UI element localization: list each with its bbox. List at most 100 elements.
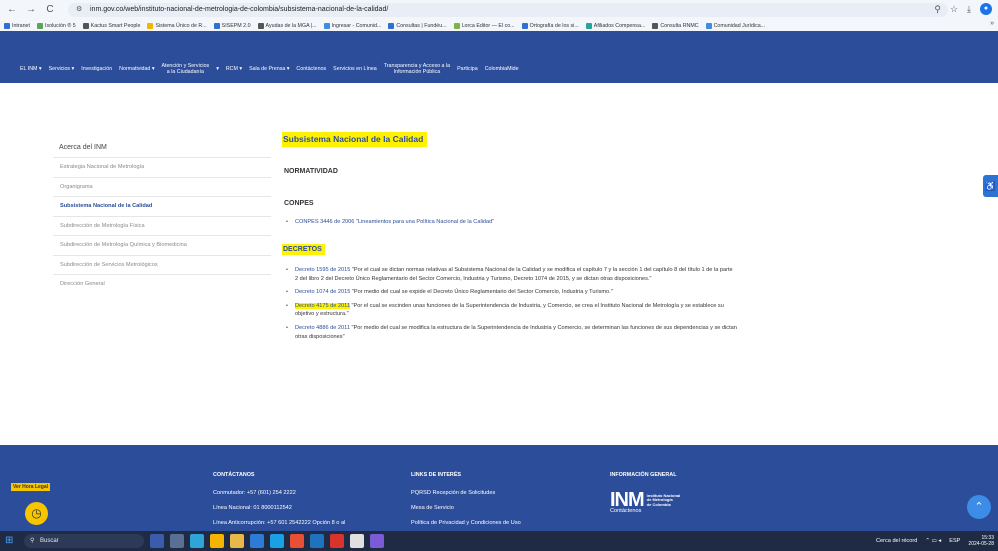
bookmark-item[interactable]: Consultas | Fundéu...	[388, 22, 447, 29]
scroll-top-button[interactable]: ⌃	[967, 495, 991, 519]
sidebar-item[interactable]: Subdirección de Metrología Química y Bio…	[53, 235, 271, 255]
footer-contact: CONTÁCTANOS Conmutador: +57 (601) 254 22…	[213, 472, 345, 535]
footer-contact-line: Conmutador: +57 (601) 254 2222	[213, 490, 296, 496]
bookmark-item[interactable]: Ingresar - Comunid...	[323, 22, 381, 29]
nav-item[interactable]: Sala de Prensa ▾	[249, 66, 289, 73]
bookmark-item[interactable]: Afiliados Compensa...	[585, 22, 646, 29]
footer-link[interactable]: Política de Privacidad y Condiciones de …	[411, 520, 521, 526]
bookmark-item[interactable]: Lorca Editor — El co...	[453, 22, 515, 29]
sidebar-item[interactable]: Organigrama	[53, 176, 271, 197]
accessibility-button[interactable]: ♿	[983, 175, 998, 197]
bookmark-icon	[652, 22, 659, 29]
app-icon[interactable]	[330, 534, 344, 548]
bookmark-item[interactable]: Comunidad Jurídica...	[705, 22, 765, 29]
nav-item[interactable]: Atención y Servicios a la Ciudadanía	[161, 63, 209, 75]
normatividad-heading: NORMATIVIDAD	[284, 168, 338, 175]
app-icon[interactable]	[370, 534, 384, 548]
app-icon[interactable]	[350, 534, 364, 548]
decreto-link[interactable]: Decreto 1074 de 2015	[295, 289, 350, 295]
bookmark-label: Afiliados Compensa...	[593, 22, 646, 29]
app-icon[interactable]	[270, 534, 284, 548]
nav-item[interactable]: Servicios en Línea	[333, 66, 377, 73]
profile-avatar[interactable]: ●	[980, 3, 992, 15]
sidebar-item[interactable]: Estrategia Nacional de Metrología	[53, 157, 271, 177]
bookmark-icon	[82, 22, 89, 29]
bookmark-icon	[323, 22, 330, 29]
conpes-link[interactable]: CONPES 3446 de 2006 "Lineamientos para u…	[295, 219, 494, 225]
language-indicator[interactable]: ESP	[949, 538, 960, 544]
bookmark-item[interactable]: Kactus Smart People	[82, 22, 140, 29]
nav-item[interactable]: Participa	[457, 66, 478, 73]
nav-item[interactable]: Transparencia y Acceso a la Información …	[384, 63, 450, 75]
footer-info-heading: INFORMACIÓN GENERAL	[610, 472, 677, 478]
search-icon: ⚲	[30, 538, 35, 544]
footer-contact-line: Línea Nacional: 01 8000112542	[213, 505, 292, 511]
footer-link[interactable]: PQRSD Recepción de Solicitudes	[411, 490, 521, 496]
bookmarks-more-button[interactable]: »	[990, 20, 994, 27]
bookmark-label: Ayudas de la MGA |...	[265, 22, 317, 29]
bookmark-item[interactable]: Consulta RNMC	[652, 22, 699, 29]
app-icon[interactable]	[170, 534, 184, 548]
footer-contact-heading: CONTÁCTANOS	[213, 472, 255, 478]
url-bar[interactable]: ⚙ inm.gov.co/web/instituto-nacional-de-m…	[68, 3, 948, 17]
back-button[interactable]: ←	[5, 3, 19, 17]
bookmark-item[interactable]: SISEPM 2.0	[213, 22, 251, 29]
decreto-link[interactable]: Decreto 1595 de 2015	[295, 267, 350, 273]
nav-item[interactable]: Contáctenos	[296, 66, 326, 73]
bookmark-icon	[521, 22, 528, 29]
bookmark-item[interactable]: Sistema Único de R...	[147, 22, 207, 29]
zoom-icon[interactable]: ⚲	[934, 4, 941, 15]
reload-button[interactable]: C	[43, 3, 57, 17]
footer-link[interactable]: Mesa de Servicio	[411, 505, 521, 511]
url-text: inm.gov.co/web/instituto-nacional-de-met…	[90, 6, 389, 13]
list-item: CONPES 3446 de 2006 "Lineamientos para u…	[285, 218, 737, 227]
address-row: ← → C ⚙ inm.gov.co/web/instituto-naciona…	[0, 0, 998, 20]
bookmark-star-icon[interactable]: ☆	[950, 4, 958, 15]
footer-contact-line: Línea Anticorrupción: +57 601 2542222 Op…	[213, 520, 346, 526]
nav-item[interactable]: EL INM ▾	[20, 66, 42, 73]
decreto-link[interactable]: Decreto 4175 de 2011	[295, 302, 350, 309]
bookmark-item[interactable]: Ayudas de la MGA |...	[257, 22, 317, 29]
app-icon[interactable]	[310, 534, 324, 548]
app-icon[interactable]	[190, 534, 204, 548]
clock[interactable]: 15:33 2024-05-28	[968, 535, 994, 547]
inm-logo: INM Instituto Nacional de Metrología de Co…	[610, 489, 680, 512]
clock-icon[interactable]: ◷	[23, 500, 50, 527]
app-icon[interactable]	[150, 534, 164, 548]
app-icon[interactable]	[210, 534, 224, 548]
page-title: Subsistema Nacional de la Calidad	[282, 132, 428, 147]
decretos-heading: DECRETOS	[282, 244, 325, 255]
sidebar-item[interactable]: Subsistema Nacional de la Calidad	[53, 196, 271, 216]
decreto-description: "Por el cual se escinden unas funciones …	[295, 302, 724, 318]
hora-legal-label[interactable]: Ver Hora Legal	[11, 483, 51, 491]
bookmark-item[interactable]: Intranet	[4, 22, 30, 29]
nav-item[interactable]: ▾	[216, 66, 219, 73]
app-icon[interactable]	[250, 534, 264, 548]
bookmark-icon	[585, 22, 592, 29]
site-info-icon[interactable]: ⚙	[76, 3, 82, 17]
sidebar-item[interactable]: Subdirección de Servicios Metrológicos	[53, 254, 271, 275]
taskbar-search[interactable]: ⚲ Buscar	[24, 534, 144, 548]
sidebar-item[interactable]: Dirección General	[53, 274, 271, 294]
nav-item[interactable]: ColombiaMide	[485, 66, 519, 73]
weather-text[interactable]: Cerca del récord	[876, 538, 917, 544]
nav-item[interactable]: RCM ▾	[226, 66, 242, 73]
bookmark-label: Lorca Editor — El co...	[461, 22, 515, 29]
tray-icons[interactable]: ⌃ ▭ ◂	[925, 538, 941, 544]
bookmark-item[interactable]: Isolución ® 5	[36, 22, 76, 29]
windows-start-icon[interactable]: ⊞	[5, 535, 17, 547]
download-icon[interactable]: ⤓	[967, 4, 971, 15]
nav-item[interactable]: Investigación	[81, 66, 112, 73]
app-icon[interactable]	[230, 534, 244, 548]
nav-item[interactable]: Servicios ▾	[49, 66, 75, 73]
bookmark-label: Ortografía de los si...	[529, 22, 579, 29]
app-icon[interactable]	[290, 534, 304, 548]
bookmark-item[interactable]: Ortografía de los si...	[521, 22, 579, 29]
decreto-link[interactable]: Decreto 4886 de 2011	[295, 325, 350, 331]
inm-logo-subtitle: Instituto Nacional de Metrología de Colomb…	[646, 492, 681, 507]
decreto-description: "Por medio del cual se expide el Decreto…	[350, 289, 613, 296]
list-item: Decreto 4886 de 2011 "Por medio del cual…	[285, 324, 737, 341]
forward-button[interactable]: →	[24, 3, 38, 17]
sidebar-item[interactable]: Subdirección de Metrología Física	[53, 215, 271, 236]
nav-item[interactable]: Normatividad ▾	[119, 66, 154, 73]
